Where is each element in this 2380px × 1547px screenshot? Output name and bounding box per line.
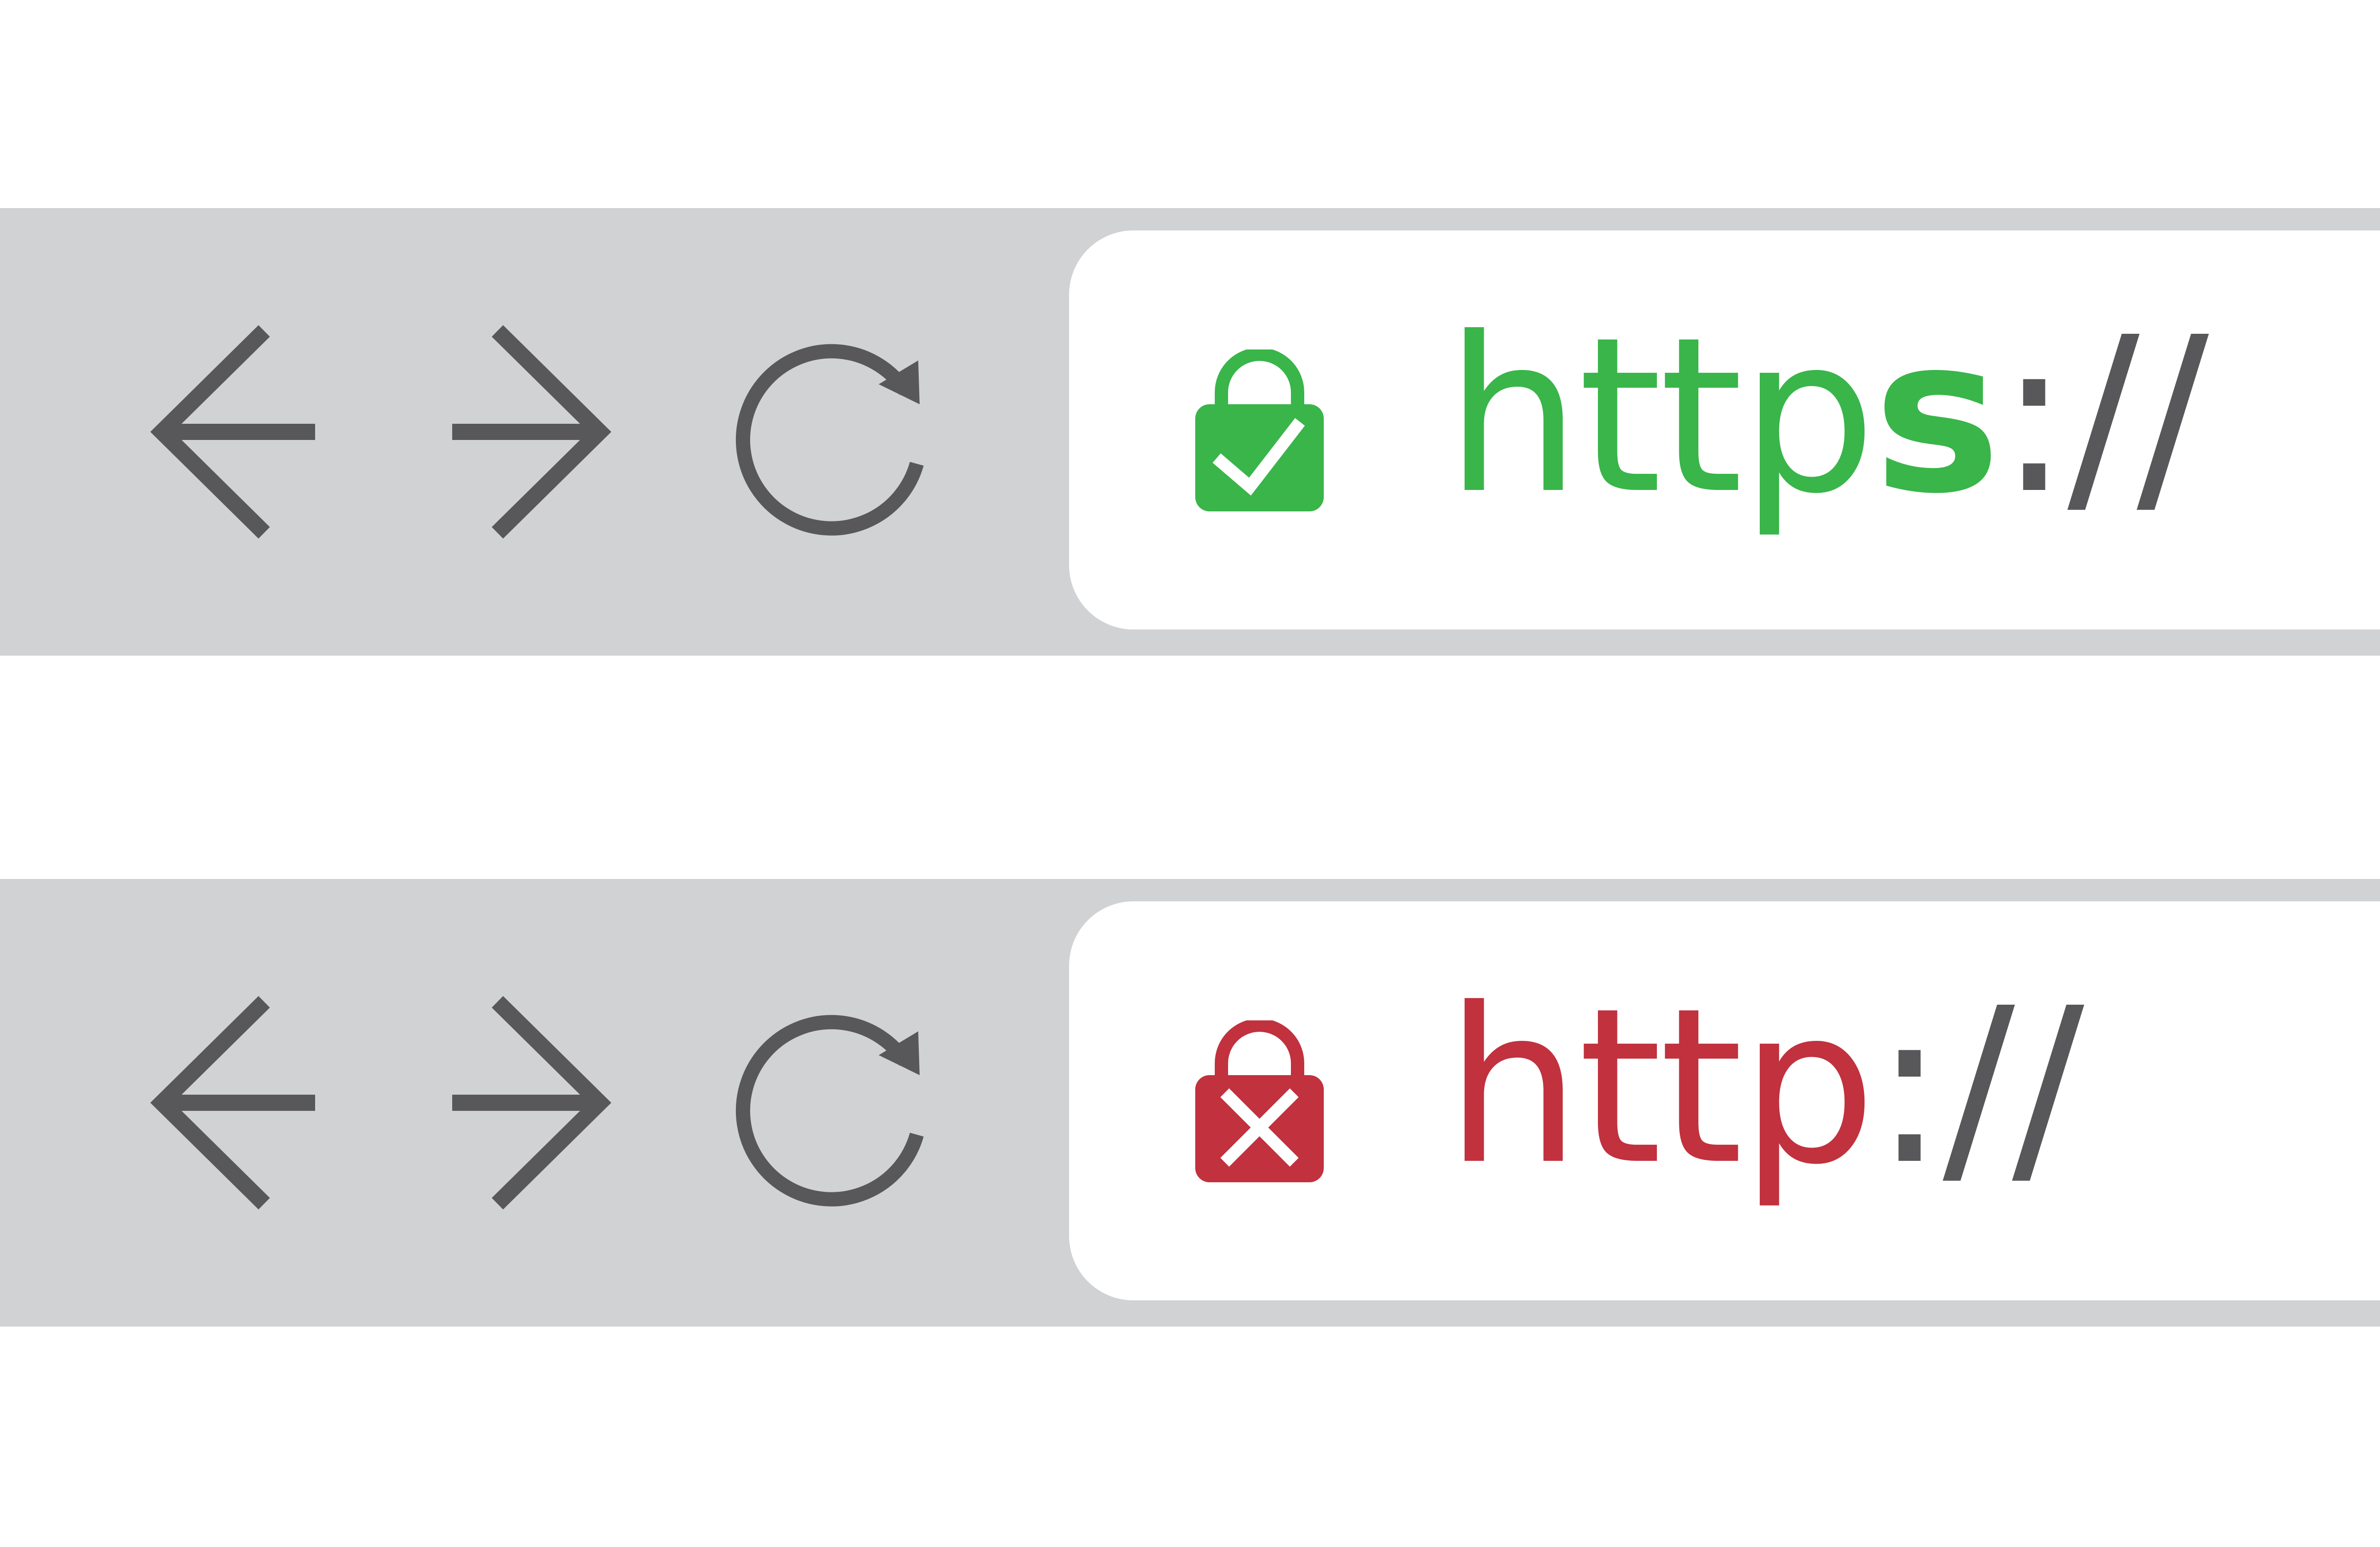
- address-bar[interactable]: https://: [1069, 230, 2380, 629]
- url-secure-suffix: s: [1873, 291, 2001, 541]
- arrow-right-icon[interactable]: [447, 996, 614, 1210]
- arrow-left-icon[interactable]: [150, 996, 321, 1210]
- url-protocol: http: [1445, 291, 1876, 541]
- url-text: http://: [1445, 980, 2084, 1194]
- lock-check-icon: [1195, 349, 1324, 511]
- lock-x-icon: [1195, 1020, 1324, 1182]
- url-separator: ://: [1998, 291, 2209, 541]
- arrow-right-icon[interactable]: [447, 325, 614, 539]
- reload-icon[interactable]: [714, 313, 952, 551]
- browser-toolbar-secure: https://: [0, 208, 2380, 656]
- url-text: https://: [1445, 309, 2209, 523]
- browser-toolbar-insecure: http://: [0, 879, 2380, 1327]
- reload-icon[interactable]: [714, 984, 952, 1222]
- url-separator: ://: [1873, 962, 2084, 1212]
- address-bar[interactable]: http://: [1069, 901, 2380, 1300]
- url-protocol: http: [1445, 962, 1876, 1212]
- arrow-left-icon[interactable]: [150, 325, 321, 539]
